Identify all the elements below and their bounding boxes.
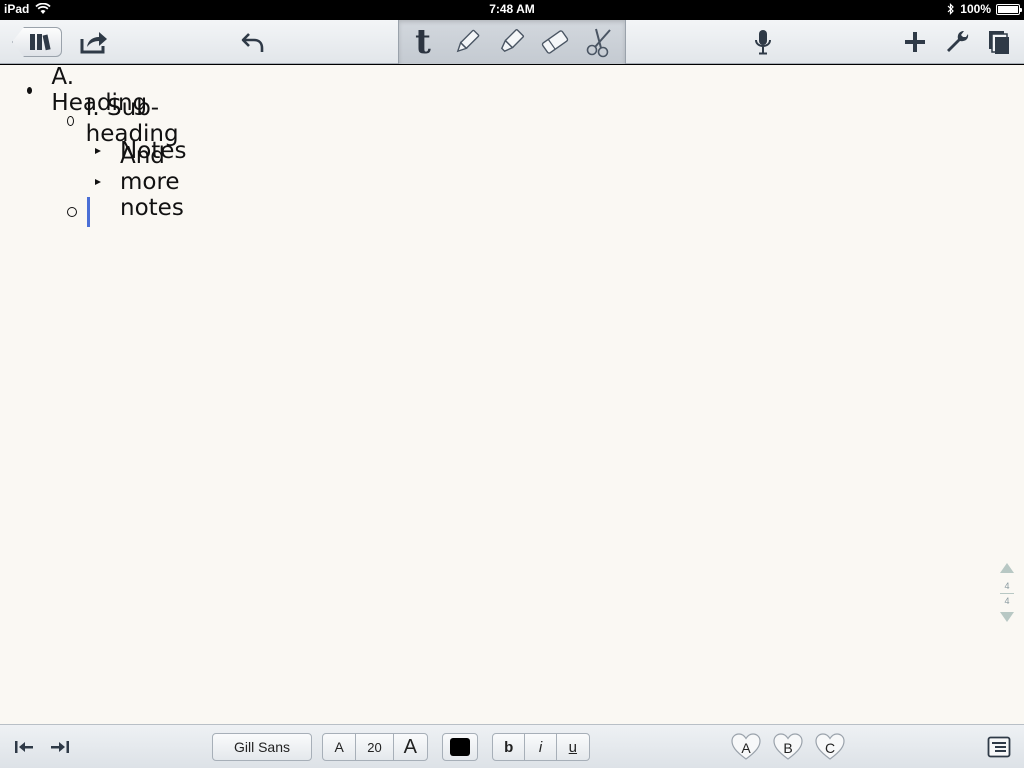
- font-picker-button[interactable]: Gill Sans: [212, 733, 312, 761]
- underline-button[interactable]: u: [557, 734, 589, 760]
- tag-b-button[interactable]: B: [773, 733, 803, 761]
- text-tool-icon: t: [415, 22, 431, 62]
- outline-item-empty[interactable]: [67, 197, 90, 227]
- bullet-circle-icon: [67, 207, 77, 217]
- outline-item-text: And more notes: [120, 143, 184, 221]
- pen-icon: [456, 29, 480, 53]
- outdent-icon: [15, 741, 33, 753]
- tag-label: C: [824, 740, 836, 756]
- note-page[interactable]: A. Heading I. Sub-heading Notes And more…: [0, 64, 1024, 724]
- highlighter-icon: [500, 28, 525, 53]
- microphone-button[interactable]: [746, 24, 780, 60]
- status-time: 7:48 AM: [489, 2, 535, 16]
- page-indicator: 4 4: [996, 563, 1018, 622]
- decrease-size-button[interactable]: A: [323, 734, 357, 760]
- eraser-tool-button[interactable]: [535, 24, 575, 60]
- font-size-control: A 20 A: [322, 733, 428, 761]
- scissors-icon: [586, 28, 611, 58]
- page-up-icon[interactable]: [1000, 563, 1014, 573]
- add-button[interactable]: [898, 24, 932, 60]
- share-button[interactable]: [76, 24, 112, 60]
- page-separator: [1000, 593, 1014, 594]
- text-color-button[interactable]: [442, 733, 478, 761]
- status-right: 100%: [947, 2, 1022, 16]
- increase-size-label: A: [403, 735, 417, 758]
- outline-item-subheading[interactable]: I. Sub-heading: [67, 95, 182, 147]
- pen-tool-button[interactable]: [447, 24, 487, 60]
- battery-percent: 100%: [960, 2, 991, 16]
- battery-icon: [996, 3, 1022, 15]
- pages-button[interactable]: [982, 24, 1016, 60]
- text-cursor: [87, 197, 90, 227]
- scissors-tool-button[interactable]: [579, 24, 619, 60]
- wrench-icon: [947, 31, 969, 52]
- decrease-size-label: A: [334, 739, 344, 755]
- increase-size-button[interactable]: A: [394, 734, 427, 760]
- page-down-icon[interactable]: [1000, 612, 1014, 622]
- undo-icon: [241, 33, 264, 52]
- indent-icon: [51, 741, 69, 753]
- eraser-icon: [541, 30, 569, 54]
- outline-item-more-notes[interactable]: And more notes: [95, 143, 184, 221]
- tag-a-button[interactable]: A: [731, 733, 761, 761]
- bottom-toolbar: Gill Sans A 20 A b i u A B C: [0, 724, 1024, 768]
- pages-icon: [989, 31, 1009, 54]
- status-bar: iPad 7:48 AM 100%: [0, 0, 1024, 20]
- library-button[interactable]: [12, 27, 62, 57]
- settings-button[interactable]: [940, 24, 974, 60]
- undo-button[interactable]: [236, 24, 270, 60]
- bold-button[interactable]: b: [493, 734, 526, 760]
- bullet-dot-icon: [27, 86, 33, 94]
- add-icon: [905, 32, 925, 52]
- list-icon: [987, 736, 1011, 758]
- share-icon: [80, 32, 107, 54]
- bullet-triangle-icon: [95, 148, 101, 154]
- bullet-triangle-icon: [95, 179, 101, 185]
- battery-fill: [998, 5, 1018, 13]
- indent-button[interactable]: [46, 733, 74, 761]
- font-name: Gill Sans: [233, 739, 291, 755]
- italic-label: i: [538, 738, 543, 756]
- underline-label: u: [568, 738, 578, 756]
- bullet-circle-icon: [67, 116, 74, 126]
- highlighter-tool-button[interactable]: [491, 24, 531, 60]
- text-tool-button[interactable]: t: [403, 24, 443, 60]
- microphone-icon: [755, 30, 771, 55]
- tag-label: A: [741, 740, 751, 756]
- tag-c-button[interactable]: C: [815, 733, 845, 761]
- tag-label: B: [783, 740, 793, 756]
- outline-view-button[interactable]: [984, 733, 1014, 761]
- italic-button[interactable]: i: [525, 734, 557, 760]
- library-icon: [30, 34, 51, 51]
- outdent-button[interactable]: [10, 733, 38, 761]
- bold-label: b: [504, 738, 514, 756]
- current-page: 4: [1004, 581, 1010, 591]
- total-pages: 4: [1004, 596, 1010, 606]
- top-toolbar: t: [0, 20, 1024, 64]
- font-size-value: 20: [356, 734, 394, 760]
- text-style-control: b i u: [492, 733, 590, 761]
- font-size-label: 20: [367, 739, 382, 755]
- drawing-tools: t: [398, 20, 626, 64]
- color-swatch: [450, 738, 470, 756]
- bluetooth-icon: [947, 3, 955, 15]
